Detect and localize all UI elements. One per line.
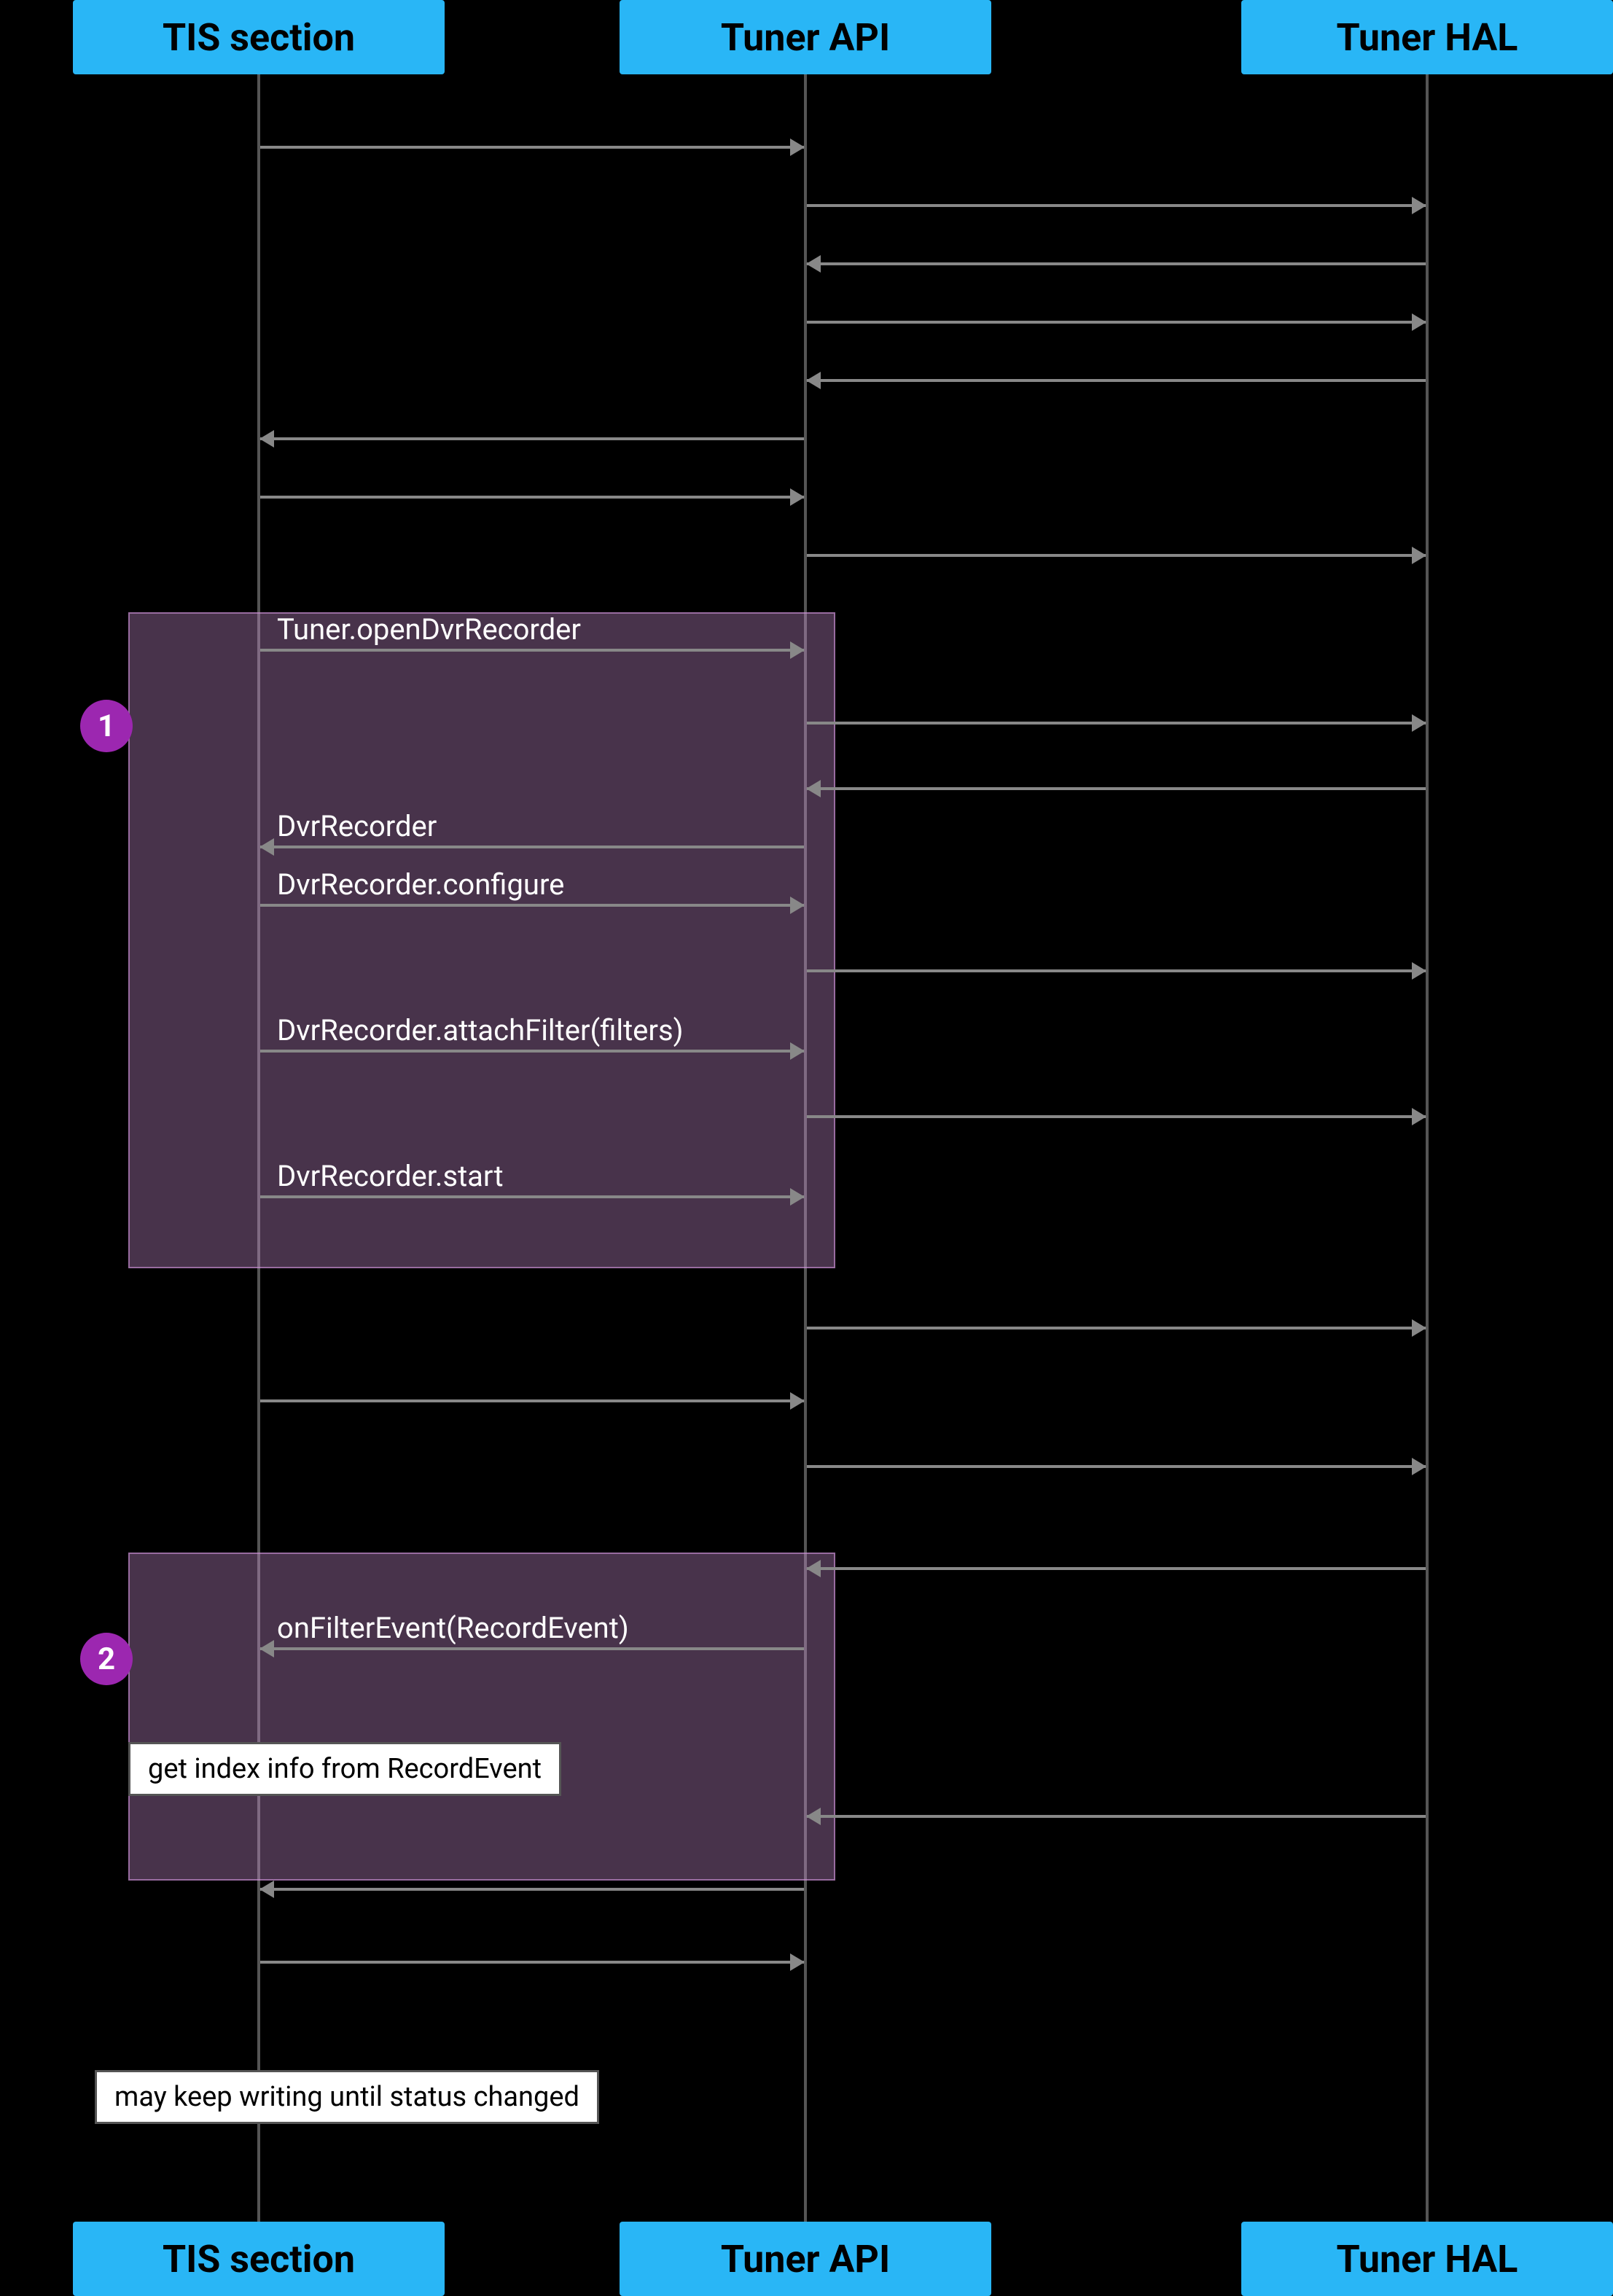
- tuner-hal-header-top: Tuner HAL: [1241, 0, 1613, 74]
- note-box-2: may keep writing until status changed: [95, 2070, 599, 2124]
- step-badge-2: 2: [80, 1633, 133, 1685]
- arrow-label-a15: DvrRecorder.attachFilter(filters): [277, 1013, 684, 1047]
- step-badge-1: 1: [80, 700, 133, 752]
- arrow-a12: [260, 846, 804, 848]
- arrow-a7: [260, 496, 804, 499]
- arrow-a19: [260, 1399, 804, 1402]
- arrow-label-a13: DvrRecorder.configure: [277, 867, 564, 902]
- tuner-api-header-top: Tuner API: [620, 0, 991, 74]
- tuner-hal-header-bottom: Tuner HAL: [1241, 2222, 1613, 2296]
- highlight-box-2: [128, 1553, 835, 1881]
- arrow-label-a17: DvrRecorder.start: [277, 1159, 504, 1193]
- arrow-a6: [260, 437, 804, 440]
- arrow-a1: [260, 146, 804, 149]
- arrow-label-a22: onFilterEvent(RecordEvent): [277, 1611, 629, 1645]
- arrow-a22: [260, 1647, 804, 1650]
- diagram-container: TIS section Tuner API Tuner HAL TIS sect…: [0, 0, 1613, 2296]
- arrow-a13: [260, 904, 804, 907]
- arrow-a16: [807, 1115, 1426, 1118]
- arrow-a8: [807, 554, 1426, 557]
- arrow-a20: [807, 1465, 1426, 1468]
- arrow-a15: [260, 1050, 804, 1053]
- note-box-1: get index info from RecordEvent: [128, 1742, 561, 1796]
- arrow-a4: [807, 321, 1426, 324]
- arrow-a11: [807, 787, 1426, 790]
- tis-header-top: TIS section: [73, 0, 445, 74]
- arrow-a18: [807, 1327, 1426, 1329]
- arrow-a2: [807, 204, 1426, 207]
- arrow-a25: [260, 1961, 804, 1964]
- arrow-a14: [807, 969, 1426, 972]
- arrow-a5: [807, 379, 1426, 382]
- tis-header-bottom: TIS section: [73, 2222, 445, 2296]
- arrow-a23: [807, 1815, 1426, 1818]
- arrow-a10: [807, 722, 1426, 725]
- arrow-a17: [260, 1195, 804, 1198]
- arrow-a3: [807, 262, 1426, 265]
- arrow-a9: [260, 649, 804, 652]
- arrow-label-a12: DvrRecorder: [277, 809, 437, 843]
- tuner-api-header-bottom: Tuner API: [620, 2222, 991, 2296]
- arrow-label-a9: Tuner.openDvrRecorder: [277, 612, 581, 647]
- arrow-a24: [260, 1888, 804, 1891]
- tuner-hal-lifeline: [1426, 74, 1429, 2222]
- arrow-a21: [807, 1567, 1426, 1570]
